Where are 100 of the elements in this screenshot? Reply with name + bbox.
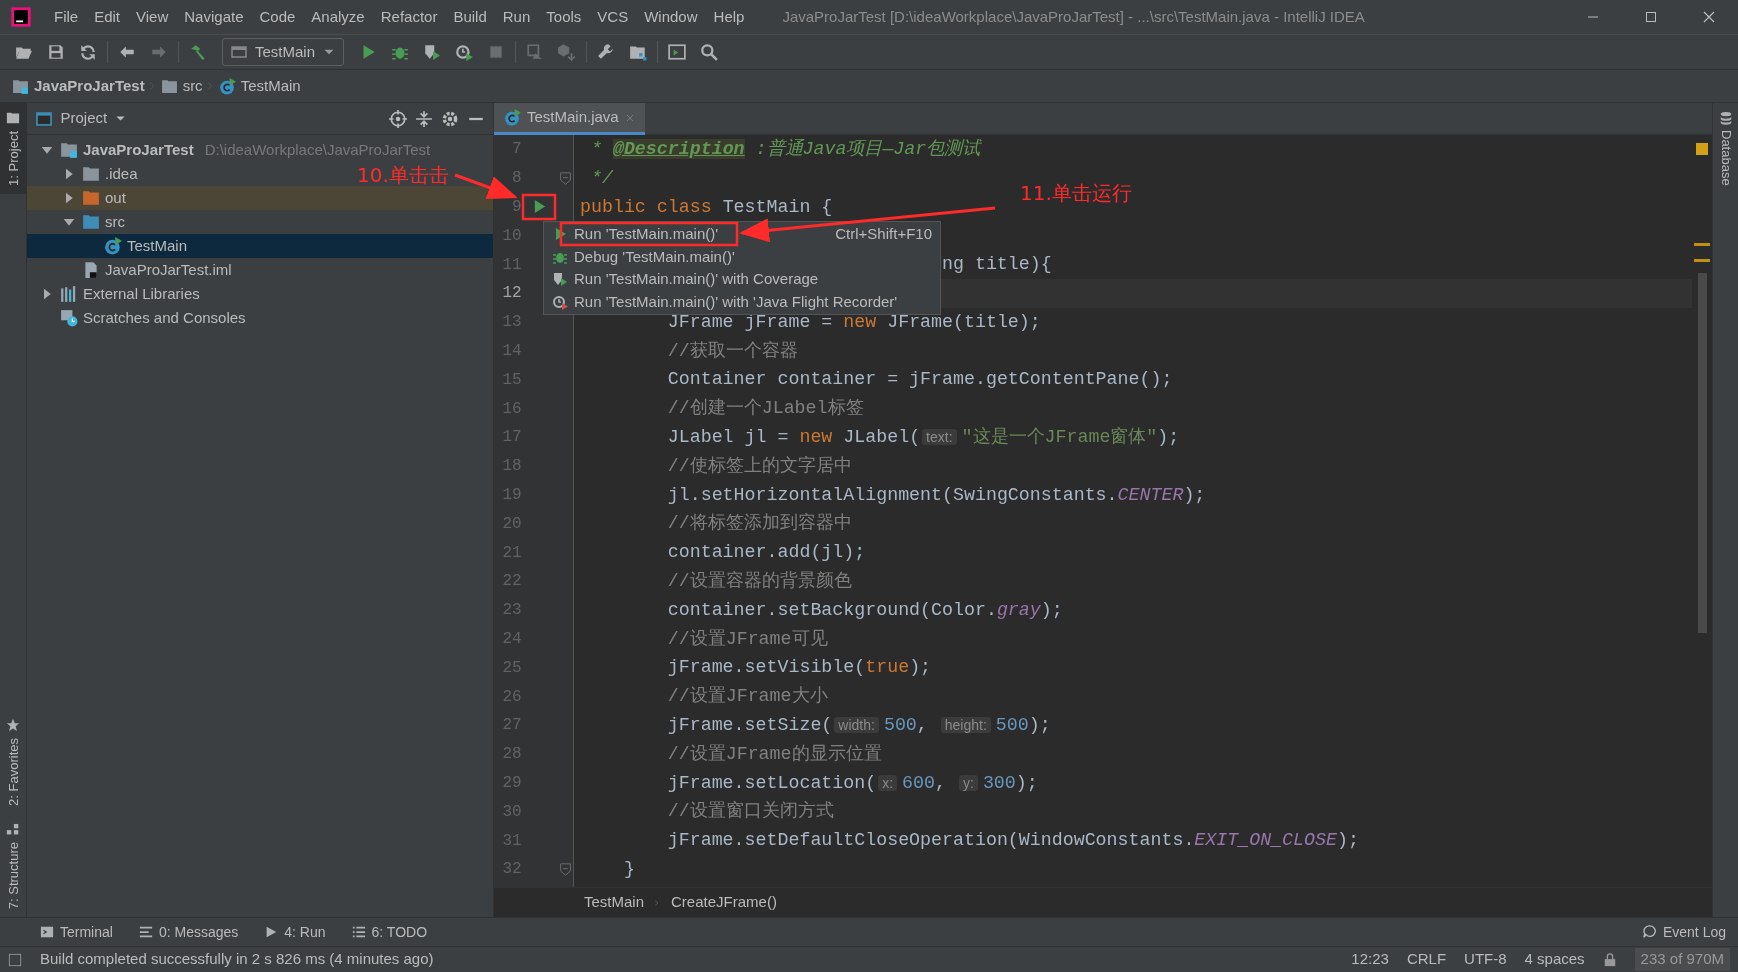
menu-item[interactable]: Help	[705, 0, 753, 34]
view-dropdown[interactable]: Project	[35, 107, 126, 130]
database-icon	[1719, 111, 1733, 125]
code-line: //创建一个JLabel标签	[666, 397, 864, 421]
shield-run-icon[interactable]	[423, 43, 442, 61]
folder-icon	[6, 111, 21, 125]
line-number: 12	[501, 283, 522, 305]
tool-window-tab[interactable]: 0: Messages	[138, 921, 239, 943]
code-line: //使标签上的文字居中	[666, 454, 852, 478]
folder-grid-icon[interactable]	[629, 43, 648, 61]
collapsed-arrow-icon[interactable]	[63, 168, 75, 180]
status-item[interactable]: 12:23	[1351, 948, 1389, 971]
breadcrumb-item[interactable]: TestMain	[584, 891, 645, 914]
menu-item[interactable]: Debug 'TestMain.main()'	[544, 245, 940, 268]
tree-item[interactable]: External Libraries	[60, 282, 200, 306]
clock-run-icon	[552, 293, 568, 310]
code-line: //设置JFrame的显示位置	[666, 742, 882, 766]
close-icon[interactable]	[1701, 9, 1717, 25]
tool-window-button[interactable]: 7: Structure	[0, 813, 27, 917]
menu-item[interactable]: Edit	[86, 0, 129, 34]
breadcrumb-item[interactable]: src	[160, 74, 203, 98]
code-line: ng title){	[941, 253, 1052, 277]
status-item[interactable]: UTF-8	[1464, 948, 1507, 971]
menu-item[interactable]: VCS	[589, 0, 637, 34]
tree-item[interactable]: src	[82, 210, 125, 234]
project-folder-icon	[12, 77, 29, 95]
tool-window-button[interactable]: 1: Project	[0, 103, 27, 194]
menu-item[interactable]: Tools	[538, 0, 590, 34]
menu-item[interactable]: Window	[636, 0, 706, 34]
menu-item[interactable]: Run	[494, 0, 539, 34]
window-icon	[35, 109, 53, 128]
menu-item[interactable]: Run 'TestMain.main()' with Coverage	[544, 268, 940, 291]
code-line: container.setBackground(Color.gray);	[666, 598, 1063, 622]
code-line: jFrame.setLocation( x: 600, y: 300);	[666, 771, 1038, 795]
tree-item[interactable]: JavaProJarTest D:\ideaWorkplace\JavaProJarTest	[60, 138, 431, 162]
menu-item[interactable]: Run 'TestMain.main()' with 'Java Flight Recorder'	[544, 290, 940, 313]
tool-window-tab[interactable]: Terminal	[40, 921, 113, 943]
tree-item[interactable]: TestMain	[27, 234, 493, 258]
collapse-icon[interactable]	[415, 109, 433, 128]
terminal-icon[interactable]	[668, 43, 687, 61]
folder-icon	[160, 77, 178, 95]
window-icon	[231, 44, 247, 60]
crosshair-icon[interactable]	[389, 109, 407, 128]
tree-item[interactable]: out	[27, 186, 493, 210]
expanded-arrow-icon[interactable]	[41, 144, 53, 156]
code-line: JFrame jFrame = new JFrame(title);	[666, 310, 1041, 334]
menu-item[interactable]: File	[46, 0, 87, 34]
refresh-icon[interactable]	[79, 43, 97, 61]
breadcrumb-item[interactable]: CreateJFrame()	[671, 891, 777, 914]
menu-item[interactable]: View	[128, 0, 177, 34]
memory-indicator[interactable]: 233 of 970M	[1634, 948, 1730, 971]
maximize-icon[interactable]	[1643, 9, 1659, 25]
clock-run-icon[interactable]	[455, 43, 474, 61]
status-item[interactable]: CRLF	[1406, 948, 1447, 971]
list-icon	[138, 925, 153, 939]
structure-icon	[6, 821, 21, 836]
star-icon	[6, 717, 21, 732]
editor-tab[interactable]: TestMain.java	[494, 103, 645, 135]
wrench-icon[interactable]	[597, 43, 616, 61]
menu-item[interactable]: Build	[445, 0, 495, 34]
warning-marker-icon[interactable]	[1696, 143, 1708, 155]
library-icon	[60, 285, 78, 303]
search-icon[interactable]	[700, 43, 719, 61]
code-line: //将标签添加到容器中	[666, 512, 852, 536]
highlight-frame	[521, 193, 557, 221]
menu-item[interactable]: Code	[251, 0, 304, 34]
lock-icon[interactable]	[1602, 952, 1617, 967]
save-icon[interactable]	[47, 43, 65, 61]
collapsed-arrow-icon[interactable]	[63, 192, 75, 204]
event-log-button[interactable]: Event Log	[1642, 921, 1726, 943]
breadcrumb-item[interactable]: JavaProJarTest	[12, 74, 145, 98]
breadcrumb-item[interactable]: TestMain	[218, 74, 301, 98]
status-item[interactable]: 4 spaces	[1524, 948, 1585, 971]
window-title: JavaProJarTest [D:\ideaWorkplace\JavaProJarTest] - ...\src\TestMain.java - IntelliJ IDEA	[782, 6, 1366, 27]
tree-item[interactable]: JavaProJarTest.iml	[82, 258, 232, 282]
code-line: jFrame.setSize( width: 500, height: 500);	[666, 713, 1051, 737]
code-line: container.add(jl);	[666, 541, 866, 565]
speech-bubble-icon	[1642, 925, 1657, 939]
caret-icon	[114, 113, 126, 124]
menu-item[interactable]: Run 'TestMain.main()' Ctrl+Shift+F10	[544, 223, 940, 246]
expanded-arrow-icon[interactable]	[63, 216, 75, 228]
settings-icon[interactable]	[441, 109, 459, 128]
hammer-icon[interactable]	[189, 43, 207, 61]
scrollbar-thumb[interactable]	[1697, 273, 1707, 633]
folder-icon	[82, 165, 100, 183]
menu-item[interactable]: Navigate	[176, 0, 252, 34]
panel-toggle-icon[interactable]	[8, 952, 22, 967]
tree-item[interactable]: Scratches and Consoles	[60, 306, 246, 330]
run-configuration-dropdown[interactable]: TestMain	[222, 38, 345, 66]
tool-window-tab[interactable]: 4: Run	[264, 921, 326, 943]
tool-window-button[interactable]: 2: Favorites	[0, 709, 27, 814]
tree-item[interactable]: .idea	[82, 162, 138, 186]
code-line: jl.setHorizontalAlignment(SwingConstants.CENTER);	[666, 483, 1206, 507]
tool-window-tab[interactable]: 6: TODO	[351, 921, 428, 943]
menu-item[interactable]: Refactor	[372, 0, 446, 34]
tool-window-button[interactable]: Database	[1713, 103, 1738, 194]
collapsed-arrow-icon[interactable]	[41, 288, 53, 300]
folder-icon	[82, 189, 100, 207]
menu-item[interactable]: Analyze	[303, 0, 373, 34]
scratch-clock-icon	[60, 309, 78, 327]
